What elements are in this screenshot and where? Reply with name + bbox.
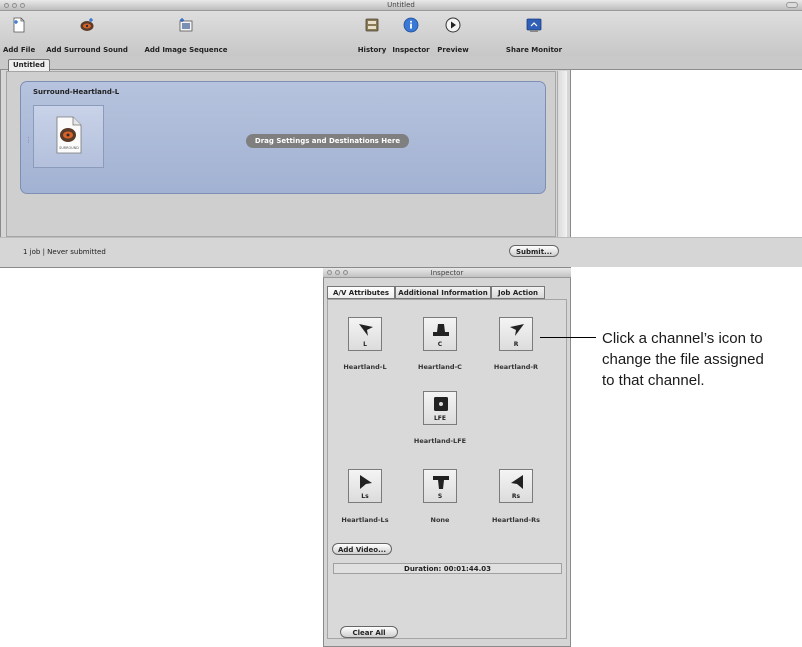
channel-lfe-button[interactable]: LFE [423,391,457,425]
surround-thumbnail-label: SURROUND [59,146,79,150]
channel-s-file: None [430,516,450,524]
tab-additional-information[interactable]: Additional Information [395,286,491,299]
batch-scrollbar[interactable] [557,71,567,237]
surround-document-icon: SURROUND [51,115,85,155]
channel-rs-label: Rs [511,493,521,500]
channel-rs-file: Heartland-Rs [491,516,540,524]
share-monitor-button[interactable]: Share Monitor [505,11,563,56]
monitor-icon [526,18,542,32]
callout-line-2: change the file assigned [602,351,764,368]
channel-ls-file: Heartland-Ls [341,516,389,524]
channel-l-file: Heartland-L [343,363,387,371]
add-file-label: Add File [3,46,36,54]
play-icon [445,17,461,33]
channel-c-file: Heartland-C [418,363,462,371]
job-grip-handle[interactable]: ⋮ [25,136,32,144]
channel-ls-label: Ls [361,493,369,500]
history-button[interactable]: History [355,11,389,56]
drag-settings-drop-zone[interactable]: Drag Settings and Destinations Here [246,134,409,148]
inspector-button[interactable]: Inspector [390,11,432,56]
tab-av-attributes[interactable]: A/V Attributes [327,286,395,299]
callout-line-1: Click a channel’s icon to [602,330,763,347]
channel-ls-button[interactable]: Ls [348,469,382,503]
add-file-button[interactable]: Add File [3,11,35,56]
channel-s-button[interactable]: S [423,469,457,503]
history-label: History [357,46,387,54]
speaker-left-surround-icon [360,475,372,489]
info-icon [403,17,419,33]
job-status-text: 1 job | Never submitted [23,248,106,256]
clear-all-button[interactable]: Clear All [340,626,398,638]
tab-untitled[interactable]: Untitled [8,59,50,71]
speaker-left-icon [359,324,373,336]
channel-c-button[interactable]: C [423,317,457,351]
batch-tab-strip [0,56,802,70]
channel-r-button[interactable]: R [499,317,533,351]
speaker-right-icon [510,324,524,336]
toolbar-toggle-button[interactable] [786,2,798,8]
tab-job-action[interactable]: Job Action [491,286,545,299]
subwoofer-icon [434,397,448,411]
job-name: Surround-Heartland-L [33,88,120,96]
preview-label: Preview [437,46,469,54]
main-titlebar[interactable]: Untitled [0,0,802,11]
submit-button[interactable]: Submit... [509,245,559,257]
toolbar: Add File Add Surround Sound Add Image Se… [0,11,802,56]
share-monitor-label: Share Monitor [505,46,563,54]
channel-r-file: Heartland-R [493,363,539,371]
image-sequence-icon [179,18,193,32]
status-bar [0,237,802,267]
channel-c-label: C [437,341,443,348]
callout-text: Click a channel’s icon to change the fil… [602,328,802,391]
window-title: Untitled [387,1,415,9]
callout-leader-line [540,337,596,338]
speaker-surround-icon [433,476,449,489]
channel-rs-button[interactable]: Rs [499,469,533,503]
callout-line-3: to that channel. [602,372,705,389]
inspector-label: Inspector [392,46,430,54]
speaker-center-icon [433,324,449,336]
preview-button[interactable]: Preview [436,11,470,56]
channel-l-button[interactable]: L [348,317,382,351]
surround-sound-icon [80,18,94,31]
channel-s-label: S [437,493,443,500]
duration-field: Duration: 00:01:44.03 [333,563,562,574]
speaker-right-surround-icon [511,475,523,489]
add-surround-sound-label: Add Surround Sound [46,46,128,54]
inspector-title: Inspector [430,269,464,277]
history-drawer-icon [365,18,379,32]
add-surround-sound-button[interactable]: Add Surround Sound [37,11,137,56]
add-file-icon [13,17,25,33]
add-video-button[interactable]: Add Video... [332,543,392,555]
channel-lfe-label: LFE [433,415,447,422]
channel-l-label: L [363,341,367,348]
channel-r-label: R [513,341,519,348]
add-image-sequence-label: Add Image Sequence [144,46,228,54]
channel-lfe-file: Heartland-LFE [413,437,467,445]
add-image-sequence-button[interactable]: Add Image Sequence [144,11,228,56]
